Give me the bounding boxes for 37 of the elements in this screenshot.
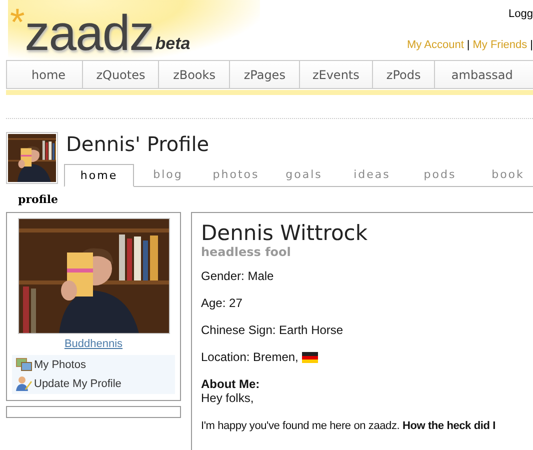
about-text: Hey folks, — [201, 391, 255, 405]
profile-title: Dennis' Profile — [66, 132, 210, 156]
profile-field: Age: 27 — [201, 296, 533, 310]
menu-link[interactable]: Update My Profile — [16, 376, 171, 391]
profile-field: Location: Bremen, — [201, 350, 298, 364]
nav-tab[interactable]: zQuotes — [83, 61, 160, 88]
nav-tab[interactable]: zPods — [372, 61, 436, 88]
profile-field: Gender: Male — [201, 269, 533, 283]
profile-tab[interactable]: blog — [134, 164, 202, 186]
profile-tab[interactable]: book — [474, 164, 533, 186]
section-heading: profile — [18, 193, 59, 206]
nav-tab[interactable]: home — [7, 61, 84, 88]
profile-tab[interactable]: goals — [270, 164, 338, 186]
site-logo[interactable]: zaadz — [24, 8, 154, 58]
nav-tab[interactable]: zPages — [230, 61, 300, 88]
link-separator: | — [530, 39, 533, 51]
asterisk-logo-mark: * — [10, 4, 25, 42]
photos-icon — [16, 358, 32, 372]
nav-tab[interactable]: zBooks — [159, 61, 230, 88]
about-text: I'm happy you've found me here on zaadz. How the heck did I — [201, 420, 496, 432]
nav-tab[interactable]: ambassad — [435, 61, 533, 88]
nav-tab[interactable]: zEvents — [300, 61, 373, 88]
profile-field: Chinese Sign: Earth Horse — [201, 323, 533, 337]
profile-name: Dennis Wittrock — [201, 221, 368, 245]
profile-tagline: headless fool — [201, 245, 292, 259]
profile-tab[interactable]: ideas — [338, 164, 406, 186]
profile-tab[interactable]: home — [64, 164, 134, 187]
flag-icon — [302, 352, 318, 362]
logout-link[interactable]: Logg — [508, 8, 533, 20]
username-link[interactable]: Buddhennis — [12, 338, 175, 350]
about-heading: About Me: — [201, 377, 261, 391]
profile-tab[interactable]: photos — [202, 164, 270, 186]
profile-tab[interactable]: pods — [406, 164, 474, 186]
link-separator: | — [466, 39, 470, 51]
menu-link[interactable]: My Photos — [16, 358, 171, 372]
person-edit-icon — [16, 376, 32, 391]
beta-label: beta — [155, 34, 190, 54]
